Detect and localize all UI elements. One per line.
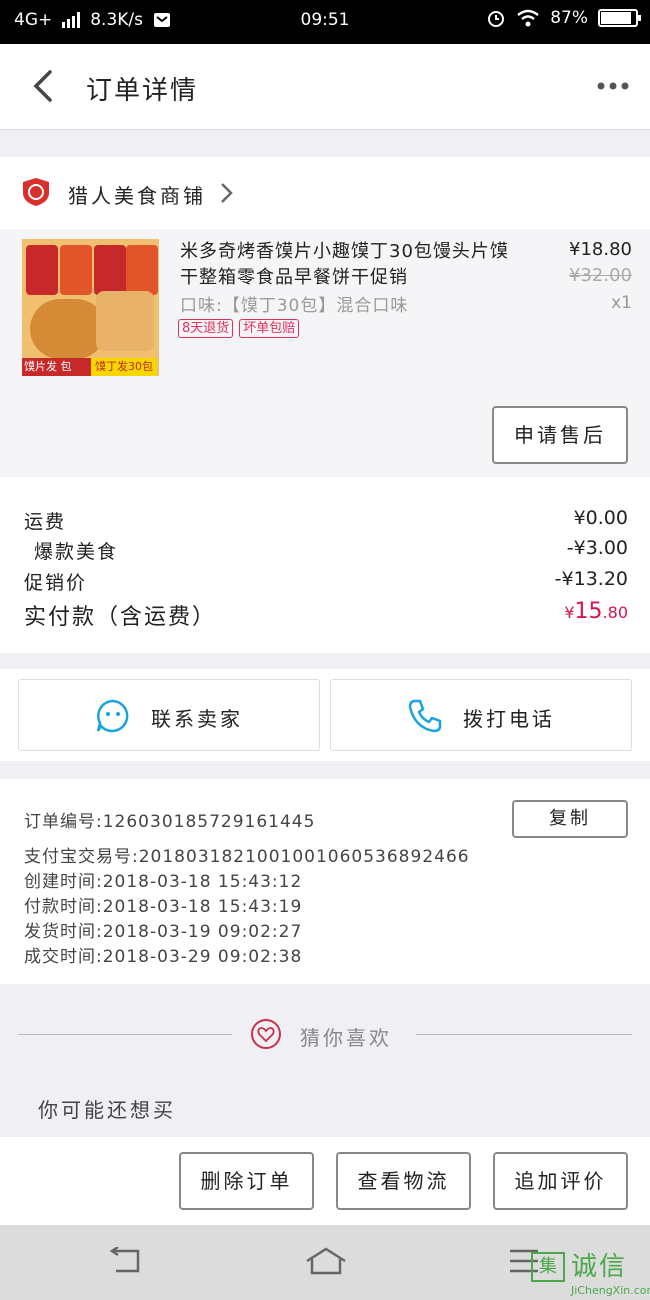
created-time: 2018-03-18 15:43:12: [102, 872, 303, 892]
order-item[interactable]: 馍片发 包 馍丁发30包 米多奇烤香馍片小趣馍丁30包馒头片馍干整箱零食品早餐饼…: [0, 229, 650, 477]
call-button[interactable]: 拨打电话: [330, 679, 632, 751]
promo-label: 爆款美食: [34, 541, 119, 563]
add-review-button[interactable]: 追加评价: [493, 1152, 628, 1210]
paid-time: 2018-03-18 15:43:19: [102, 897, 303, 917]
view-logistics-button[interactable]: 查看物流: [336, 1152, 471, 1210]
contact-section: 联系卖家 拨打电话: [0, 669, 650, 761]
maybe-buy-label: 你可能还想买: [38, 1098, 176, 1122]
system-home-icon[interactable]: [304, 1247, 348, 1275]
copy-button[interactable]: 复制: [512, 800, 628, 838]
phone-icon: [408, 699, 442, 733]
chevron-right-icon: [221, 183, 233, 203]
system-back-icon[interactable]: [108, 1247, 142, 1275]
total-label: 实付款（含运费）: [24, 605, 217, 630]
promo-row: 爆款美食 -¥3.00: [24, 537, 628, 564]
shop-name: 猎人美食商铺: [68, 184, 206, 208]
order-number-row: 订单编号:126030185729161445: [24, 812, 316, 832]
heart-icon: [251, 1019, 281, 1049]
tag-compensation: 坏单包赔: [239, 319, 300, 338]
watermark-logo: 集 诚信 JiChengXin.com: [531, 1252, 650, 1300]
done-time: 2018-03-29 09:02:38: [102, 947, 303, 967]
product-name: 米多奇烤香馍片小趣馍丁30包馒头片馍干整箱零食品早餐饼干促销: [180, 241, 509, 288]
product-thumbnail[interactable]: 馍片发 包 馍丁发30包: [22, 239, 159, 376]
original-price: ¥32.00: [569, 265, 632, 286]
alipay-number: 2018031821001001060536892466: [138, 847, 470, 867]
back-icon[interactable]: [28, 66, 62, 106]
shipped-row: 发货时间:2018-03-19 09:02:27: [24, 922, 303, 942]
shop-badge-icon: [23, 178, 49, 206]
discount-value: -¥13.20: [554, 568, 628, 590]
promo-value: -¥3.00: [566, 537, 628, 559]
delete-order-button[interactable]: 删除订单: [179, 1152, 314, 1210]
guess-divider: 猜你喜欢: [18, 1006, 632, 1064]
guess-label: 猜你喜欢: [300, 1026, 392, 1050]
shipping-label: 运费: [24, 511, 67, 533]
battery-icon: [598, 9, 641, 27]
alipay-row: 支付宝交易号:2018031821001001060536892466: [24, 847, 470, 867]
tag-return: 8天退货: [178, 319, 234, 338]
alarm-icon: [488, 11, 505, 27]
nav-bar: 订单详情: [0, 44, 650, 130]
order-info: 订单编号:126030185729161445 复制 支付宝交易号:201803…: [0, 779, 650, 984]
chat-icon: [96, 699, 129, 733]
thumbnail-banner-left: 馍片发 包: [22, 358, 92, 376]
total-value: ¥15.80: [564, 599, 628, 624]
shipped-time: 2018-03-19 09:02:27: [102, 922, 303, 942]
discount-row: 促销价 -¥13.20: [24, 568, 628, 595]
discount-label: 促销价: [24, 572, 88, 594]
contact-seller-button[interactable]: 联系卖家: [18, 679, 320, 751]
action-bar: 删除订单 查看物流 追加评价: [0, 1137, 650, 1225]
fee-summary: 运费 ¥0.00 爆款美食 -¥3.00 促销价 -¥13.20 实付款（含运费…: [0, 477, 650, 653]
quantity: x1: [611, 293, 632, 313]
clock: 09:51: [300, 10, 350, 30]
done-row: 成交时间:2018-03-29 09:02:38: [24, 947, 303, 967]
wifi-icon: [517, 9, 539, 27]
order-number: 126030185729161445: [102, 812, 316, 832]
thumbnail-banner-right: 馍丁发30包: [91, 358, 157, 376]
contact-seller-label: 联系卖家: [151, 707, 243, 731]
total-row: 实付款（含运费） ¥15.80: [24, 599, 628, 631]
created-row: 创建时间:2018-03-18 15:43:12: [24, 872, 303, 892]
product-spec: 口味:【馍丁30包】混合口味: [180, 296, 409, 316]
after-sale-button[interactable]: 申请售后: [492, 406, 628, 464]
shop-row[interactable]: 猎人美食商铺: [0, 157, 650, 229]
product-price: ¥18.80: [569, 239, 632, 260]
more-icon[interactable]: [596, 78, 630, 94]
call-label: 拨打电话: [463, 707, 555, 731]
page-title: 订单详情: [86, 76, 199, 106]
paid-row: 付款时间:2018-03-18 15:43:19: [24, 897, 303, 917]
status-bar: 4G+ 8.3K/s 09:51 87%: [0, 0, 650, 44]
shipping-row: 运费 ¥0.00: [24, 507, 628, 534]
battery-percent: 87%: [550, 8, 588, 28]
shipping-value: ¥0.00: [573, 507, 628, 529]
